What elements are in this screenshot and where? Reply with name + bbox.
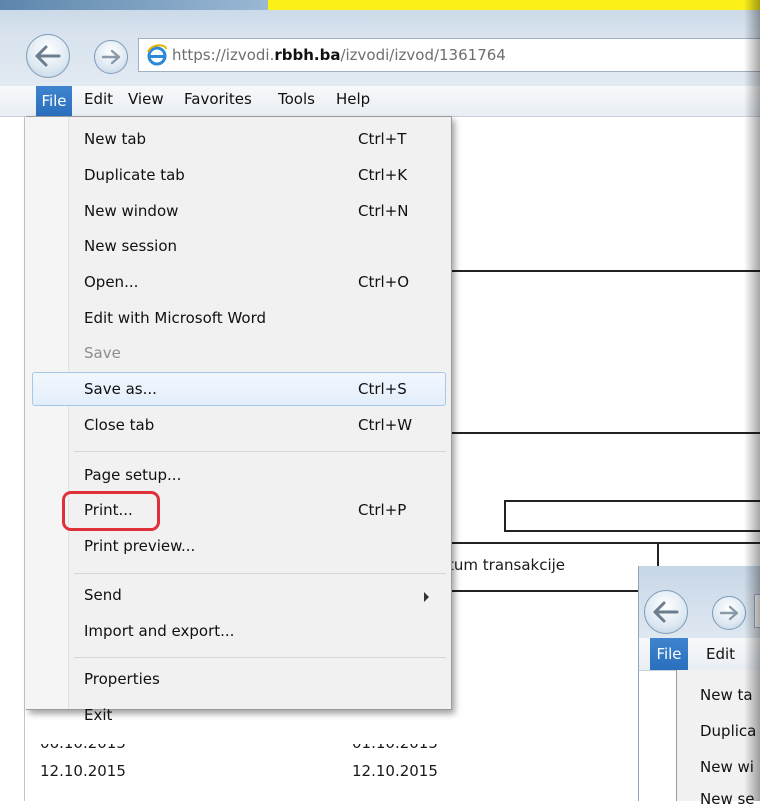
content-table-bottom — [452, 590, 638, 592]
shortcut-print: Ctrl+P — [358, 501, 407, 519]
menu-item-properties[interactable]: Properties — [84, 670, 160, 688]
url-host-domain: rbbh.ba — [274, 46, 341, 64]
menubar-file[interactable]: File — [36, 86, 72, 116]
menu-item-save: Save — [84, 344, 121, 362]
menu-item-send[interactable]: Send — [84, 586, 122, 604]
url-path: /izvodi/izvod/1361764 — [340, 46, 506, 64]
menu-separator — [74, 573, 446, 574]
content-divider-1 — [452, 270, 760, 272]
menubar-view[interactable]: View — [128, 90, 164, 108]
menubar-tools[interactable]: Tools — [278, 90, 315, 108]
content-left-border — [24, 116, 25, 801]
ie-icon — [146, 44, 168, 66]
menubar-edit[interactable]: Edit — [84, 90, 113, 108]
menu-item-open[interactable]: Open... — [84, 273, 138, 291]
row-1-date1: 06.10.2015 — [40, 734, 126, 752]
print-highlight-ring — [62, 491, 160, 531]
column-header: tum transakcije — [448, 556, 566, 574]
shortcut-duplicate-tab: Ctrl+K — [358, 166, 408, 184]
menu-item-duplicate-tab[interactable]: Duplicate tab — [84, 166, 185, 184]
url-scheme: https:// — [172, 46, 226, 64]
url-text: https://izvodi.rbbh.ba/izvodi/izvod/1361… — [172, 46, 506, 64]
overlay-forward-button[interactable] — [712, 596, 746, 630]
menu-separator — [74, 657, 446, 658]
menu-item-save-as[interactable]: Save as... — [84, 380, 157, 398]
menubar-file-label: File — [41, 92, 67, 110]
menu-item-import-export[interactable]: Import and export... — [84, 622, 234, 640]
content-table-top — [452, 542, 760, 544]
menu-item-new-window[interactable]: New window — [84, 202, 178, 220]
shortcut-open: Ctrl+O — [358, 273, 410, 291]
menu-item-close-tab[interactable]: Close tab — [84, 416, 154, 434]
shortcut-save-as: Ctrl+S — [358, 380, 407, 398]
overlay-menubar-file-label: File — [656, 645, 682, 663]
overlay-menubar-edit[interactable]: Edit — [706, 645, 735, 663]
shortcut-new-window: Ctrl+N — [358, 202, 409, 220]
overlay-back-button[interactable] — [644, 590, 688, 634]
menu-bar — [0, 86, 760, 117]
content-divider-2 — [452, 432, 760, 434]
row-2-date2: 12.10.2015 — [352, 762, 438, 780]
row-1-date2: 01.10.2015 — [352, 734, 438, 752]
shortcut-close-tab: Ctrl+W — [358, 416, 413, 434]
back-button[interactable] — [26, 34, 70, 78]
back-arrow-icon — [653, 601, 679, 623]
menubar-favorites[interactable]: Favorites — [184, 90, 252, 108]
menu-item-new-session[interactable]: New session — [84, 237, 177, 255]
menubar-help[interactable]: Help — [336, 90, 370, 108]
menu-separator — [74, 451, 446, 452]
forward-arrow-icon — [101, 49, 121, 65]
menu-item-new-tab[interactable]: New tab — [84, 130, 146, 148]
file-menu-gutter — [26, 117, 69, 709]
forward-button[interactable] — [94, 40, 128, 74]
yellow-banner — [268, 0, 760, 10]
menu-item-print-preview[interactable]: Print preview... — [84, 537, 195, 555]
url-host-prefix: izvodi. — [225, 46, 275, 64]
menu-item-exit[interactable]: Exit — [84, 706, 112, 722]
back-arrow-icon — [35, 45, 61, 67]
menu-item-edit-with-word[interactable]: Edit with Microsoft Word — [84, 309, 266, 327]
shortcut-new-tab: Ctrl+T — [358, 130, 407, 148]
content-input-box — [504, 500, 760, 532]
forward-arrow-icon — [719, 605, 739, 621]
overlay-menubar-file[interactable]: File — [650, 638, 688, 670]
menu-item-page-setup[interactable]: Page setup... — [84, 466, 181, 484]
screenshot-edge-shadow — [744, 0, 760, 801]
submenu-arrow-icon — [424, 592, 429, 602]
row-2-date1: 12.10.2015 — [40, 762, 126, 780]
